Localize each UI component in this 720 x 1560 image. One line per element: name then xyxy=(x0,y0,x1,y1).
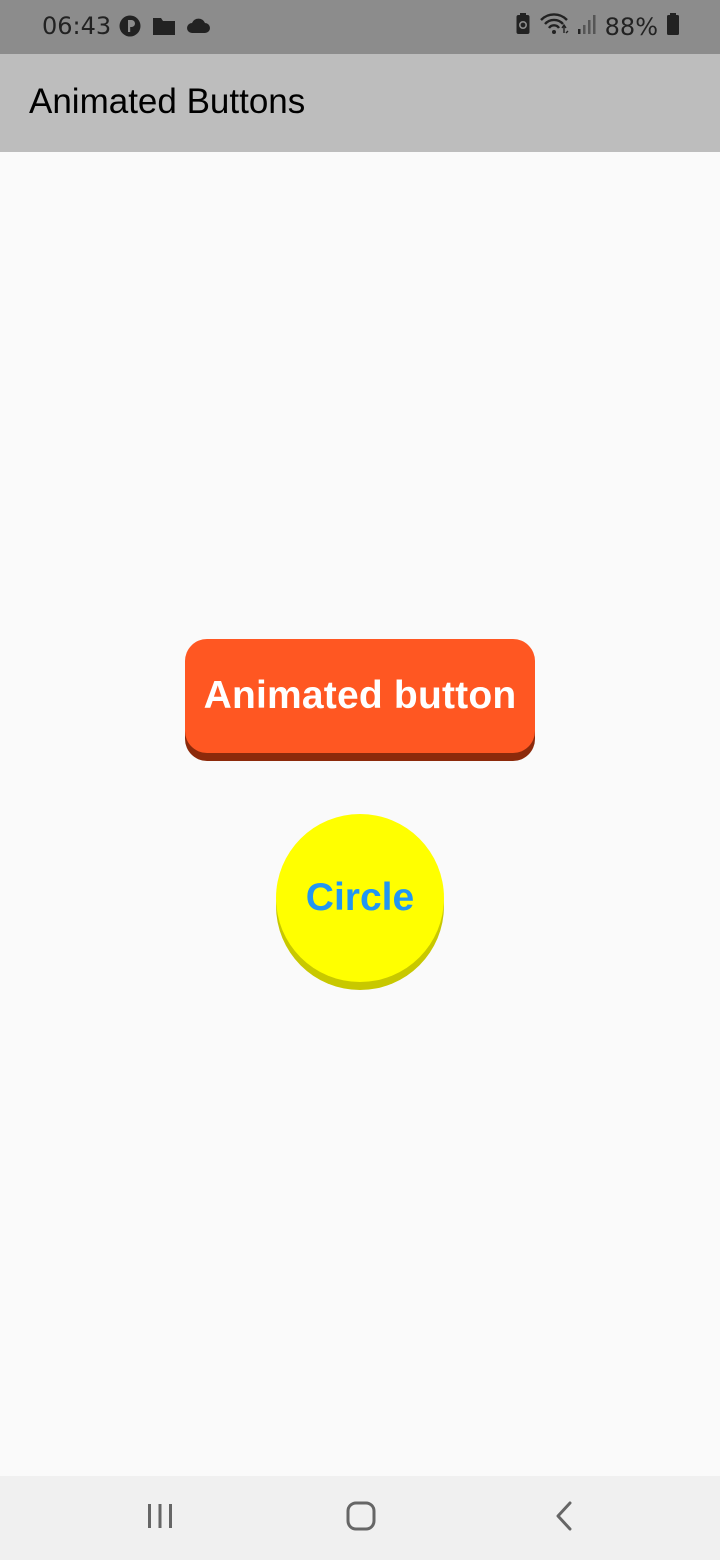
status-bar: 06:43 88% xyxy=(0,0,720,54)
cloud-icon xyxy=(186,16,212,41)
recents-button[interactable] xyxy=(136,1494,184,1542)
circle-button-label: Circle xyxy=(305,876,415,919)
main-content: Animated button Circle xyxy=(0,152,720,1476)
recents-icon xyxy=(145,1502,175,1535)
folder-icon xyxy=(152,15,176,42)
navigation-bar xyxy=(0,1476,720,1560)
animated-button-label: Animated button xyxy=(203,674,517,717)
animated-button[interactable]: Animated button xyxy=(185,639,535,753)
circle-button[interactable]: Circle xyxy=(276,814,444,982)
app-bar: Animated Buttons xyxy=(0,54,720,152)
battery-icon xyxy=(666,12,680,41)
back-button[interactable] xyxy=(540,1494,588,1542)
app-notification-icon xyxy=(118,14,142,43)
status-left-icons xyxy=(118,14,212,43)
battery-percent: 88% xyxy=(604,12,658,41)
home-button[interactable] xyxy=(337,1494,385,1542)
signal-icon xyxy=(577,13,597,40)
screen: 06:43 88% Animated Buttons Animated butt… xyxy=(0,0,720,1560)
status-right-icons: 88% xyxy=(515,12,680,41)
battery-saver-icon xyxy=(515,12,531,41)
status-time: 06:43 xyxy=(42,12,112,40)
back-icon xyxy=(553,1501,575,1536)
wifi-icon xyxy=(539,12,569,41)
app-title: Animated Buttons xyxy=(29,82,306,121)
home-icon xyxy=(345,1500,377,1537)
